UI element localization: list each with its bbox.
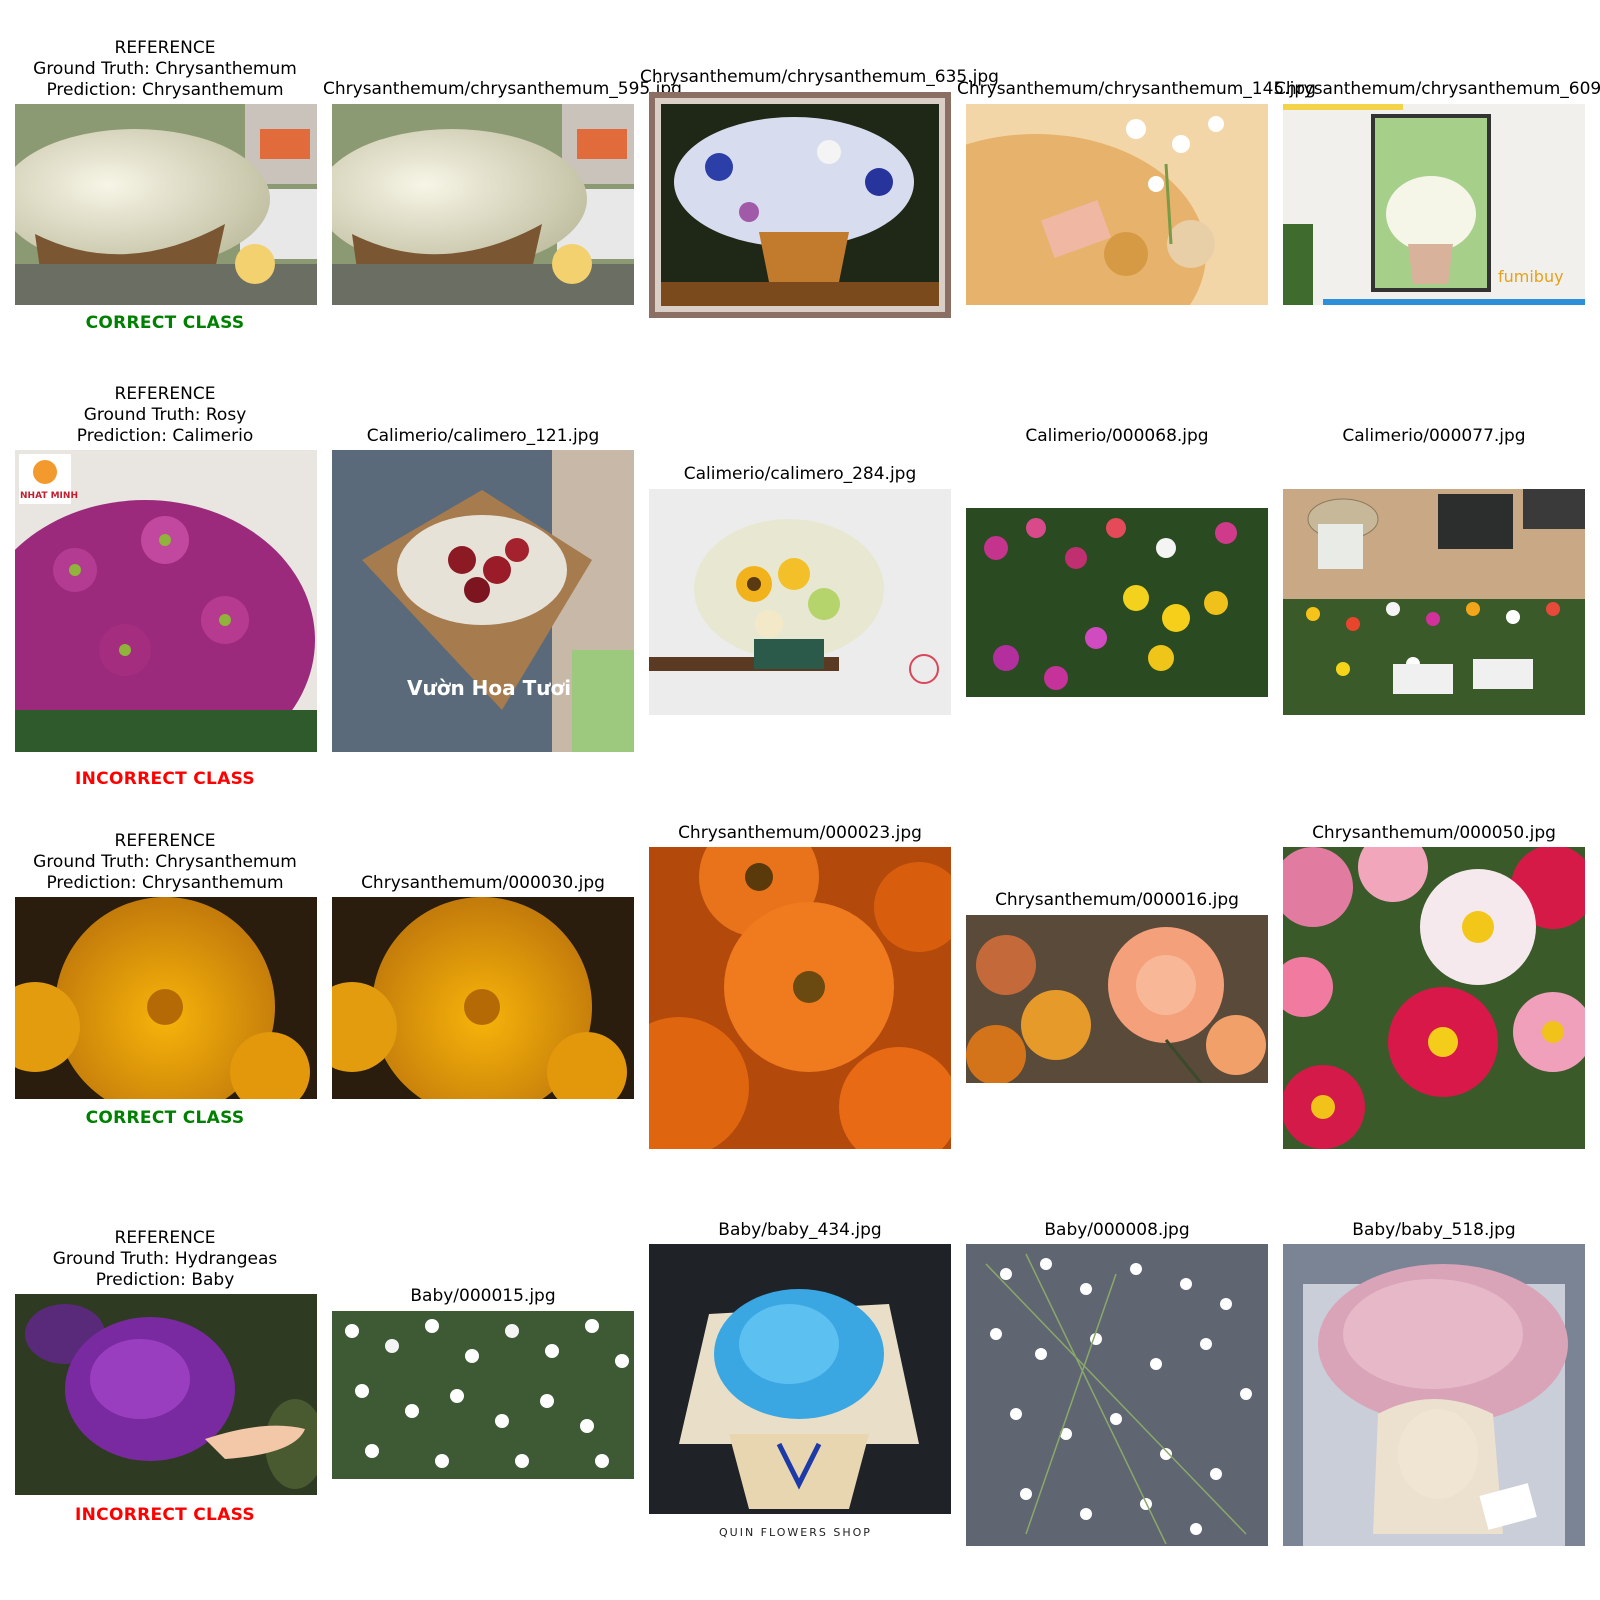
match-filename: Calimerio/calimero_121.jpg [366, 426, 600, 446]
reference-image [15, 897, 317, 1099]
ground-truth-label: Ground Truth: Rosy [83, 405, 247, 425]
ground-truth-label: Ground Truth: Chrysanthemum [33, 852, 297, 872]
prediction-label: Prediction: Baby [95, 1270, 235, 1290]
status-label: CORRECT CLASS [85, 1108, 245, 1128]
match-image [332, 1311, 634, 1479]
match-image [966, 508, 1268, 697]
match-image [1283, 1244, 1585, 1546]
match-filename: Baby/baby_434.jpg [718, 1220, 882, 1240]
match-image [332, 104, 634, 305]
reference-image: NHAT MINH [15, 450, 317, 752]
reference-label: REFERENCE [114, 38, 216, 58]
match-image [649, 847, 951, 1149]
match-image: Vườn Hoa Tươi [332, 450, 634, 752]
match-filename: Chrysanthemum/000016.jpg [995, 890, 1239, 910]
match-filename: Chrysanthemum/chrysanthemum_595.jpg [323, 79, 682, 99]
match-filename: Chrysanthemum/000030.jpg [361, 873, 605, 893]
match-image [966, 915, 1268, 1083]
status-label: INCORRECT CLASS [75, 1505, 255, 1525]
match-filename: Chrysanthemum/chrysanthemum_635.jpg [640, 67, 999, 87]
match-image [1283, 489, 1585, 715]
match-filename: Chrysanthemum/000050.jpg [1312, 823, 1556, 843]
match-filename: Calimerio/000068.jpg [1025, 426, 1209, 446]
vuon-hoa-tuoi-watermark: Vườn Hoa Tươi [407, 676, 571, 700]
fumibuy-watermark: fumibuy [1498, 267, 1564, 286]
reference-label: REFERENCE [114, 384, 216, 404]
match-filename: Chrysanthemum/chrysanthemum_609.jpg [1274, 79, 1600, 99]
match-filename: Baby/baby_518.jpg [1352, 1220, 1516, 1240]
match-image: QUIN FLOWERS SHOP [649, 1244, 951, 1546]
ground-truth-label: Ground Truth: Hydrangeas [52, 1249, 278, 1269]
match-image [966, 1244, 1268, 1546]
match-image [966, 104, 1268, 305]
reference-title-block: REFERENCE Ground Truth: Hydrangeas Predi… [5, 1228, 325, 1291]
match-filename: Calimerio/calimero_284.jpg [683, 464, 917, 484]
match-filename: Baby/000008.jpg [1044, 1220, 1190, 1240]
prediction-label: Prediction: Calimerio [76, 426, 254, 446]
match-filename: Chrysanthemum/000023.jpg [678, 823, 922, 843]
nhat-minh-watermark: NHAT MINH [20, 491, 78, 501]
match-image [332, 897, 634, 1099]
ground-truth-label: Ground Truth: Chrysanthemum [33, 59, 297, 79]
match-filename: Baby/000015.jpg [410, 1286, 556, 1306]
match-image: fumibuy [1283, 104, 1585, 305]
match-image [1283, 847, 1585, 1149]
reference-image [15, 1294, 317, 1495]
reference-image [15, 104, 317, 305]
match-image [649, 489, 951, 715]
reference-label: REFERENCE [114, 1228, 216, 1248]
reference-title-block: REFERENCE Ground Truth: Rosy Prediction:… [5, 384, 325, 447]
reference-title-block: REFERENCE Ground Truth: Chrysanthemum Pr… [5, 831, 325, 894]
match-filename: Chrysanthemum/chrysanthemum_145.jpg [957, 79, 1316, 99]
reference-title-block: REFERENCE Ground Truth: Chrysanthemum Pr… [5, 38, 325, 101]
reference-label: REFERENCE [114, 831, 216, 851]
match-filename: Calimerio/000077.jpg [1342, 426, 1526, 446]
match-image [649, 92, 951, 318]
status-label: CORRECT CLASS [85, 313, 245, 333]
prediction-label: Prediction: Chrysanthemum [46, 80, 284, 100]
status-label: INCORRECT CLASS [75, 769, 255, 789]
prediction-label: Prediction: Chrysanthemum [46, 873, 284, 893]
quin-flowers-watermark: QUIN FLOWERS SHOP [719, 1526, 872, 1539]
